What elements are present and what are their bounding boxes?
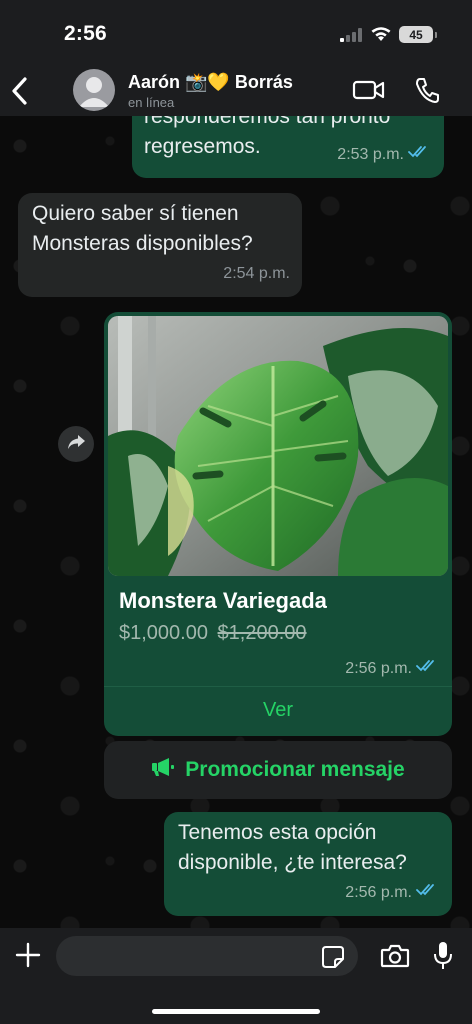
plus-icon[interactable] — [14, 941, 42, 974]
view-product-button[interactable]: Ver — [104, 688, 452, 734]
message-input[interactable] — [56, 936, 358, 976]
outgoing-message[interactable]: responderemos tan pronto regresemos. 2:5… — [132, 116, 444, 178]
forward-button[interactable] — [58, 426, 94, 462]
signal-icon — [340, 28, 362, 47]
home-indicator — [152, 1009, 320, 1014]
message-time: 2:56 p.m. — [345, 659, 412, 677]
message-text: Tenemos esta opción disponible, ¿te inte… — [178, 821, 407, 874]
product-old-price: $1,200.00 — [217, 622, 307, 644]
product-image[interactable] — [108, 316, 448, 576]
video-call-icon[interactable] — [352, 78, 386, 107]
message-meta: 2:56 p.m. — [345, 659, 440, 678]
message-time: 2:53 p.m. — [337, 146, 404, 163]
wifi-icon — [370, 26, 392, 47]
incoming-message[interactable]: Quiero saber sí tienen Monsteras disponi… — [18, 193, 302, 297]
product-price: $1,000.00 — [119, 622, 208, 644]
promote-label: Promocionar mensaje — [185, 758, 405, 781]
camera-icon[interactable] — [380, 943, 410, 974]
product-card[interactable]: Monstera Variegada $1,000.00 $1,200.00 2… — [104, 312, 452, 736]
message-meta: 2:53 p.m. — [337, 140, 432, 170]
message-meta: 2:56 p.m. — [345, 878, 440, 908]
contact-name[interactable]: Aarón 📸💛 Borrás — [128, 72, 293, 93]
status-time: 2:56 — [64, 22, 107, 45]
microphone-icon[interactable] — [432, 940, 454, 977]
sticker-icon[interactable] — [321, 945, 345, 974]
read-ticks-icon — [416, 659, 440, 678]
message-time: 2:56 p.m. — [345, 884, 412, 901]
forward-icon — [66, 433, 86, 456]
product-title: Monstera Variegada — [119, 588, 327, 613]
promote-message-button[interactable]: Promocionar mensaje — [104, 741, 452, 799]
contact-status: en línea — [128, 95, 175, 110]
phone-call-icon[interactable] — [414, 76, 440, 109]
status-bar: 2:56 45 — [0, 0, 472, 66]
chat-header: Aarón 📸💛 Borrás en línea — [0, 66, 472, 116]
message-text: Quiero saber sí tienen Monsteras disponi… — [32, 202, 253, 255]
back-arrow-icon[interactable] — [10, 76, 30, 111]
message-meta: 2:54 p.m. — [223, 259, 290, 289]
message-time: 2:54 p.m. — [223, 265, 290, 282]
divider — [104, 686, 452, 687]
avatar[interactable] — [73, 69, 115, 111]
read-ticks-icon — [416, 878, 440, 908]
chat-area[interactable]: responderemos tan pronto regresemos. 2:5… — [0, 116, 472, 928]
product-price-row: $1,000.00 $1,200.00 — [119, 622, 307, 645]
read-ticks-icon — [408, 140, 432, 170]
outgoing-message[interactable]: Tenemos esta opción disponible, ¿te inte… — [164, 812, 452, 916]
input-bar — [0, 928, 472, 1024]
megaphone-icon — [151, 757, 175, 783]
battery-indicator: 45 — [399, 26, 437, 43]
